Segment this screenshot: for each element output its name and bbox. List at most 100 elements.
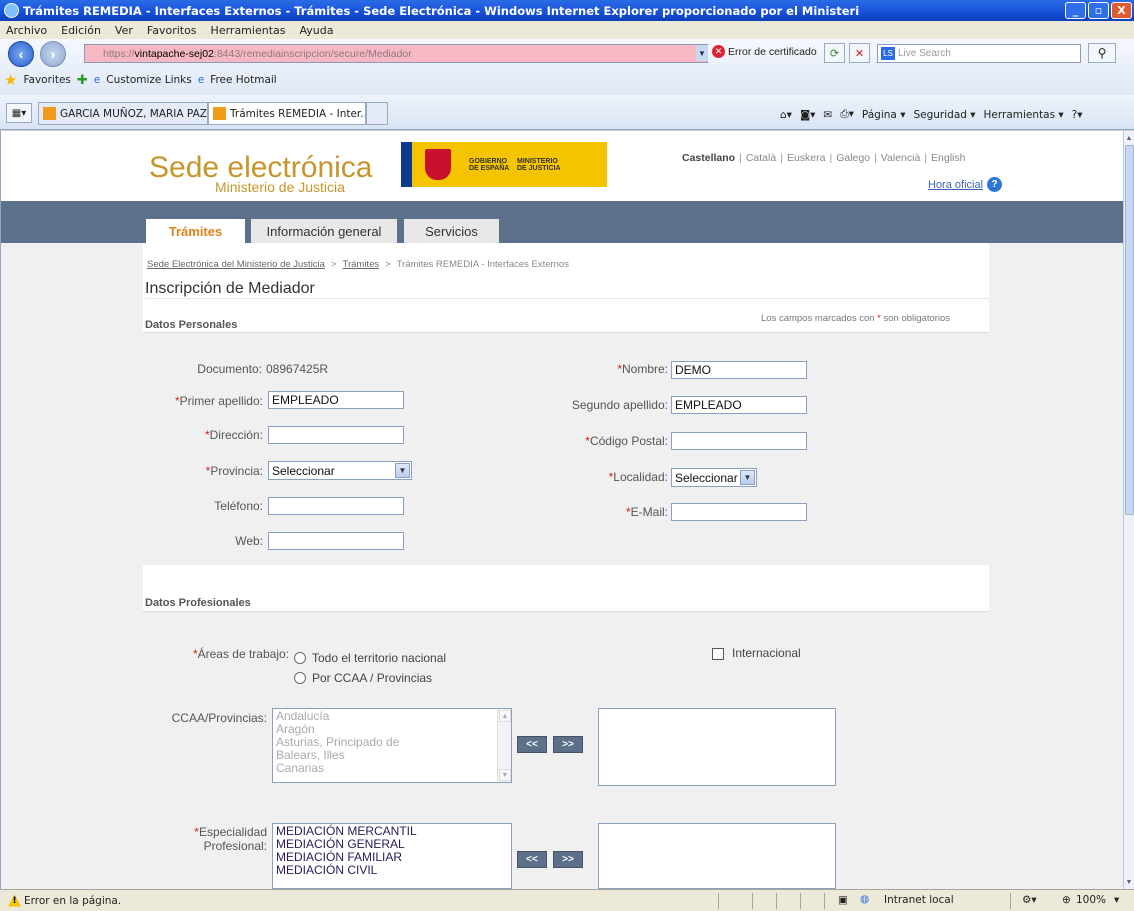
scroll-down-icon[interactable]: ▼ [1124,876,1134,888]
live-search-input[interactable]: LS Live Search [877,44,1081,63]
logo-ministerio-text: MINISTERIO DE JUSTICIA [517,158,561,172]
menu-ayuda[interactable]: Ayuda [299,24,333,37]
feeds-icon[interactable]: ◙▾ [800,109,815,121]
internacional-checkbox[interactable] [712,648,724,660]
lang-galego[interactable]: Galego [836,152,870,164]
page-scrollbar[interactable]: ▲ ▼ [1123,131,1134,889]
scroll-thumb[interactable] [1125,145,1134,515]
url-dropdown-icon[interactable]: ▼ [696,45,708,61]
help-circle-icon[interactable]: ? [987,177,1003,192]
menu-edicion[interactable]: Edición [61,24,101,37]
customize-links-link[interactable]: Customize Links [106,74,191,86]
quick-tabs-icon[interactable]: ▦▾ [6,103,32,123]
telefono-input[interactable] [268,497,404,515]
add-favorite-icon[interactable]: ✚ [77,73,88,88]
lang-castellano[interactable]: Castellano [682,152,735,164]
lang-english[interactable]: English [931,152,965,164]
gobierno-logo[interactable]: GOBIERNO DE ESPAÑA MINISTERIO DE JUSTICI… [401,142,607,187]
zone-label[interactable]: Intranet local [884,894,954,906]
especialidad-selected-list[interactable] [598,823,836,889]
browser-tab-2[interactable]: Trámites REMEDIA - Inter... ✕ [208,102,366,125]
free-hotmail-link[interactable]: Free Hotmail [210,74,277,86]
menu-pagina[interactable]: Página ▾ [862,109,906,121]
hora-oficial[interactable]: Hora oficial ? [928,177,1003,192]
protected-mode-icon[interactable]: ▣ [838,894,848,906]
ccaa-add-button[interactable]: >> [553,736,583,753]
menu-archivo[interactable]: Archivo [6,24,47,37]
list-item[interactable]: Canarias [276,762,508,775]
zoom-icon[interactable]: ⊕ [1062,894,1071,906]
primer-apellido-input[interactable]: EMPLEADO [268,391,404,409]
localidad-select[interactable]: Seleccionar ▼ [671,468,757,487]
lang-euskera[interactable]: Euskera [787,152,826,164]
browser-tab-1[interactable]: GARCIA MUÑOZ, MARIA PAZ... [38,102,208,125]
status-message[interactable]: Error en la página. [24,895,121,907]
refresh-icon[interactable]: ⟳ [824,43,845,63]
list-scrollbar[interactable]: ▲ ▼ [497,709,511,782]
zoom-dropdown-icon[interactable]: ▾ [1114,894,1119,906]
direccion-input[interactable] [268,426,404,444]
nombre-input[interactable]: DEMO [671,361,807,379]
search-go-icon[interactable]: ⚲ [1088,43,1116,63]
maximize-button[interactable]: ▫ [1088,2,1109,19]
required-note-text-1: Los campos marcados con [761,313,878,324]
chevron-down-icon[interactable]: ▼ [740,470,755,485]
tab-servicios[interactable]: Servicios [404,219,499,243]
zoom-level[interactable]: 100% [1076,894,1106,906]
certificate-error[interactable]: ✕ Error de certificado [712,45,817,58]
menu-herramientas-cmd[interactable]: Herramientas ▾ [984,109,1064,121]
lang-valencia[interactable]: Valencià [881,152,921,164]
print-icon[interactable]: ⎙▾ [840,108,854,121]
list-item[interactable]: MEDIACIÓN CIVIL [276,864,508,877]
especialidad-add-button[interactable]: >> [553,851,583,868]
minimize-button[interactable]: _ [1065,2,1086,19]
favorites-star-icon[interactable]: ★ [4,71,17,89]
hora-oficial-link[interactable]: Hora oficial [928,179,983,191]
new-tab-button[interactable] [366,102,388,125]
title-divider [145,298,990,299]
warning-icon[interactable]: ! [8,894,21,907]
scroll-up-icon[interactable]: ▲ [1124,132,1134,144]
help-icon[interactable]: ?▾ [1072,109,1083,121]
tab-tramites[interactable]: Trámites [146,219,245,243]
menu-herramientas[interactable]: Herramientas [211,24,286,37]
url-field[interactable]: https://vintapache-sej02:8443/remediains… [84,44,708,63]
tab-informacion-general[interactable]: Información general [251,219,397,243]
menu-seguridad[interactable]: Seguridad ▾ [913,109,975,121]
close-window-button[interactable]: X [1111,2,1132,19]
section-title-professional: Datos Profesionales [145,597,251,609]
back-button[interactable]: ‹ [8,41,34,67]
mail-icon[interactable]: ✉ [823,109,832,121]
ccaa-remove-button[interactable]: << [517,736,547,753]
ccaa-source-list[interactable]: Andalucía Aragón Asturias, Principado de… [272,708,512,783]
web-input[interactable] [268,532,404,550]
provincia-select[interactable]: Seleccionar ▼ [268,461,412,480]
stop-icon[interactable]: ✕ [849,43,870,63]
menu-bar: Archivo Edición Ver Favoritos Herramient… [0,21,1134,39]
chevron-down-icon[interactable]: ▼ [395,463,410,478]
required-note-text-2: son obligatorios [880,313,951,324]
scroll-down-icon[interactable]: ▼ [499,769,511,781]
radio-ccaa[interactable] [294,672,306,684]
segundo-apellido-input[interactable]: EMPLEADO [671,396,807,414]
especialidad-source-list[interactable]: MEDIACIÓN MERCANTIL MEDIACIÓN GENERAL ME… [272,823,512,889]
security-icon[interactable]: ⚙▾ [1022,894,1037,906]
ie-page-icon: e [197,74,205,86]
radio-nacional[interactable] [294,652,306,664]
scroll-up-icon[interactable]: ▲ [499,710,511,722]
forward-button[interactable]: › [40,41,66,67]
menu-favoritos[interactable]: Favoritos [147,24,197,37]
especialidad-remove-button[interactable]: << [517,851,547,868]
codigo-postal-input[interactable] [671,432,807,450]
email-input[interactable] [671,503,807,521]
command-bar: ⌂▾ ◙▾ ✉ ⎙▾ Página ▾ Seguridad ▾ Herramie… [780,108,1083,121]
favorites-button[interactable]: Favorites [23,74,70,86]
url-host: vintapache-sej02 [134,47,214,60]
home-icon[interactable]: ⌂▾ [780,109,792,121]
menu-ver[interactable]: Ver [115,24,133,37]
lang-catala[interactable]: Català [746,152,776,164]
radio-nacional-label: Todo el territorio nacional [312,651,447,665]
ccaa-selected-list[interactable] [598,708,836,786]
breadcrumb-tramites[interactable]: Trámites [343,259,380,270]
breadcrumb-sede[interactable]: Sede Electrónica del Ministerio de Justi… [147,259,325,270]
